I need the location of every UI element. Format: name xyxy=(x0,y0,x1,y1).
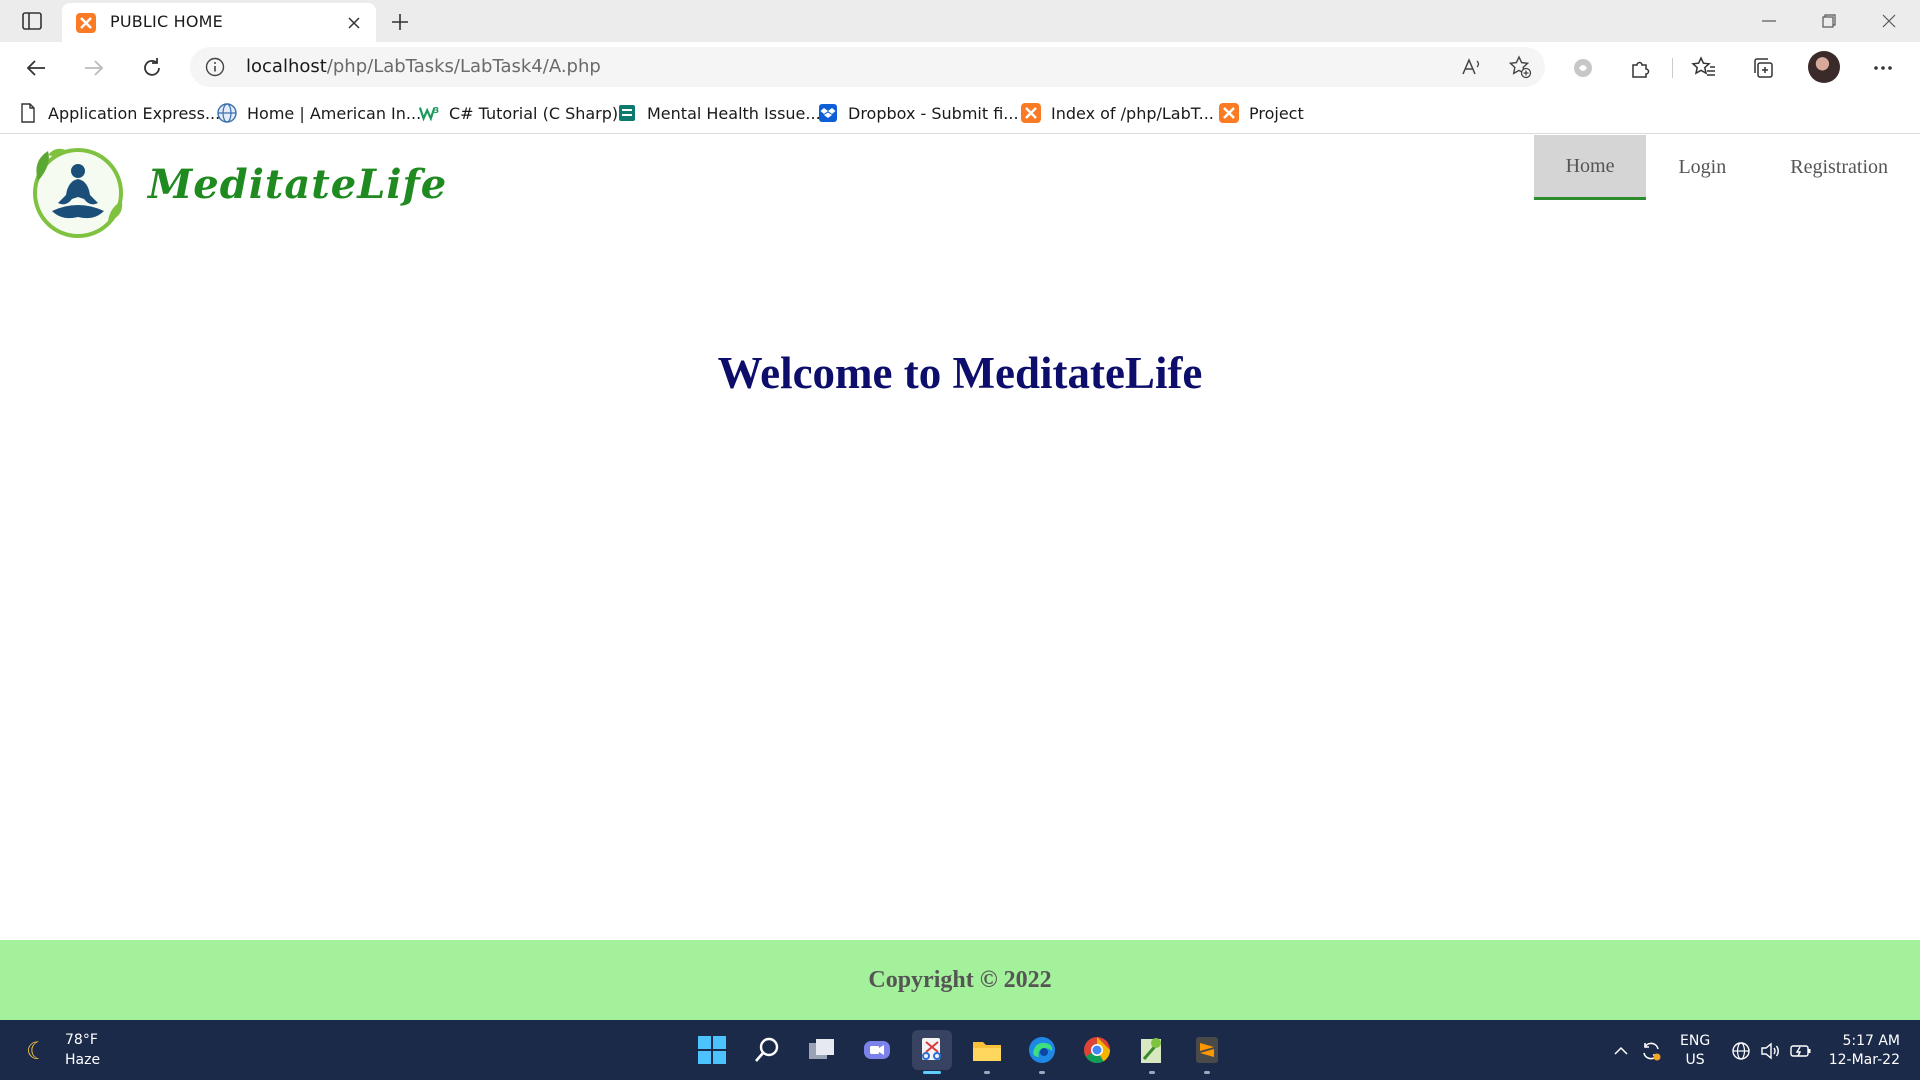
xampp-icon xyxy=(1021,103,1041,123)
weather-condition[interactable]: Haze xyxy=(65,1052,100,1068)
running-indicator xyxy=(984,1071,990,1074)
close-tab-icon[interactable] xyxy=(344,13,364,33)
nav-home-link[interactable]: Home xyxy=(1533,135,1647,200)
bookmark-item[interactable]: Mental Health Issue... xyxy=(617,101,821,125)
forward-icon[interactable] xyxy=(78,52,110,84)
read-aloud-icon[interactable] xyxy=(1460,55,1484,79)
running-indicator xyxy=(1204,1071,1210,1074)
file-explorer-icon[interactable] xyxy=(967,1030,1007,1074)
bookmark-label: Dropbox - Submit fi... xyxy=(848,103,1019,123)
toolbar-divider xyxy=(1672,58,1673,78)
minimize-icon[interactable] xyxy=(1746,6,1792,36)
url-text: localhost/php/LabTasks/LabTask4/A.php xyxy=(246,56,601,77)
page-icon xyxy=(18,103,38,123)
xampp-favicon-icon xyxy=(76,13,96,33)
bookmark-item[interactable]: Application Express... xyxy=(18,101,220,125)
back-icon[interactable] xyxy=(20,52,52,84)
bookmark-item[interactable]: Project xyxy=(1219,101,1304,125)
bookmark-label: Application Express... xyxy=(48,103,221,123)
taskbar: ☾ 78°F Haze ENG US 5:17 AM 12-Mar-22 xyxy=(0,1020,1920,1080)
forms-icon xyxy=(617,103,637,123)
clock-date: 12-Mar-22 xyxy=(1828,1052,1900,1068)
meditation-logo-icon[interactable] xyxy=(22,141,132,241)
tab-strip: PUBLIC HOME xyxy=(0,0,1920,42)
address-bar[interactable]: localhost/php/LabTasks/LabTask4/A.php xyxy=(190,47,1545,87)
bookmark-item[interactable]: Index of /php/LabT... xyxy=(1021,101,1214,125)
brand-name: MeditateLife xyxy=(148,161,448,208)
snipping-tool-icon[interactable] xyxy=(912,1030,952,1074)
chevron-up-icon[interactable] xyxy=(1610,1040,1632,1062)
weather-temperature[interactable]: 78°F xyxy=(65,1032,98,1048)
restore-icon[interactable] xyxy=(1806,6,1852,36)
teams-chat-icon[interactable] xyxy=(857,1030,897,1070)
task-view-icon[interactable] xyxy=(802,1030,842,1070)
bookmark-label: Project xyxy=(1249,103,1304,123)
extensions-icon[interactable] xyxy=(1627,54,1655,82)
bookmark-label: Mental Health Issue... xyxy=(647,103,821,123)
sync-icon[interactable] xyxy=(1640,1040,1662,1062)
search-icon[interactable] xyxy=(747,1030,787,1070)
bookmark-label: C# Tutorial (C Sharp) xyxy=(449,103,619,123)
notepad-plus-plus-icon[interactable] xyxy=(1132,1030,1172,1074)
url-host: localhost xyxy=(246,56,327,77)
bookmark-label: Index of /php/LabT... xyxy=(1051,103,1214,123)
dropbox-icon xyxy=(818,103,838,123)
running-indicator xyxy=(1149,1071,1155,1074)
volume-icon[interactable] xyxy=(1760,1040,1782,1062)
sublime-text-icon[interactable] xyxy=(1187,1030,1227,1074)
svg-text:3: 3 xyxy=(434,105,439,115)
more-options-icon[interactable] xyxy=(1869,54,1897,82)
web-page: MeditateLife Home Login Registration Wel… xyxy=(0,135,1920,1020)
edge-browser-icon[interactable] xyxy=(1022,1030,1062,1074)
xampp-icon xyxy=(1219,103,1239,123)
profile-avatar[interactable] xyxy=(1808,51,1840,83)
close-window-icon[interactable] xyxy=(1866,6,1912,36)
browser-tab[interactable]: PUBLIC HOME xyxy=(62,3,376,42)
refresh-icon[interactable] xyxy=(136,52,168,84)
bookmark-label: Home | American In... xyxy=(247,103,422,123)
battery-icon[interactable] xyxy=(1790,1040,1812,1062)
collections-icon[interactable] xyxy=(1749,54,1777,82)
active-indicator xyxy=(923,1071,941,1074)
language-indicator[interactable]: ENG US xyxy=(1680,1032,1710,1070)
bookmark-item[interactable]: Dropbox - Submit fi... xyxy=(818,101,1019,125)
new-tab-icon[interactable] xyxy=(386,8,414,36)
site-info-icon[interactable] xyxy=(204,56,226,78)
browser-essentials-icon[interactable] xyxy=(1569,54,1597,82)
browser-toolbar: localhost/php/LabTasks/LabTask4/A.php xyxy=(0,42,1920,92)
copyright-text: Copyright © 2022 xyxy=(868,966,1052,993)
system-clock[interactable]: 5:17 AM 12-Mar-22 xyxy=(1829,1032,1900,1070)
bookmark-item[interactable]: 3 C# Tutorial (C Sharp) xyxy=(419,101,618,125)
bookmark-item[interactable]: Home | American In... xyxy=(217,101,421,125)
nav-registration-link[interactable]: Registration xyxy=(1758,135,1920,200)
tab-actions-icon[interactable] xyxy=(18,8,46,34)
language-code: ENG xyxy=(1680,1033,1711,1049)
site-navigation: Home Login Registration xyxy=(1533,135,1920,200)
chrome-icon[interactable] xyxy=(1077,1030,1117,1070)
moon-weather-icon[interactable]: ☾ xyxy=(26,1037,48,1066)
nav-login-link[interactable]: Login xyxy=(1646,135,1758,200)
region-code: US xyxy=(1685,1052,1705,1068)
network-icon[interactable] xyxy=(1730,1040,1752,1062)
add-favorite-icon[interactable] xyxy=(1508,55,1532,79)
running-indicator xyxy=(1039,1071,1045,1074)
welcome-heading: Welcome to MeditateLife xyxy=(717,348,1203,398)
clock-time: 5:17 AM xyxy=(1842,1033,1900,1049)
favorites-icon[interactable] xyxy=(1690,54,1718,82)
url-path: /php/LabTasks/LabTask4/A.php xyxy=(326,56,601,77)
globe-icon xyxy=(217,103,237,123)
w3schools-icon: 3 xyxy=(419,103,439,123)
tab-title: PUBLIC HOME xyxy=(110,12,223,31)
bookmarks-bar: Application Express... Home | American I… xyxy=(0,92,1920,134)
start-icon[interactable] xyxy=(692,1030,732,1070)
page-footer: Copyright © 2022 xyxy=(0,940,1920,1020)
